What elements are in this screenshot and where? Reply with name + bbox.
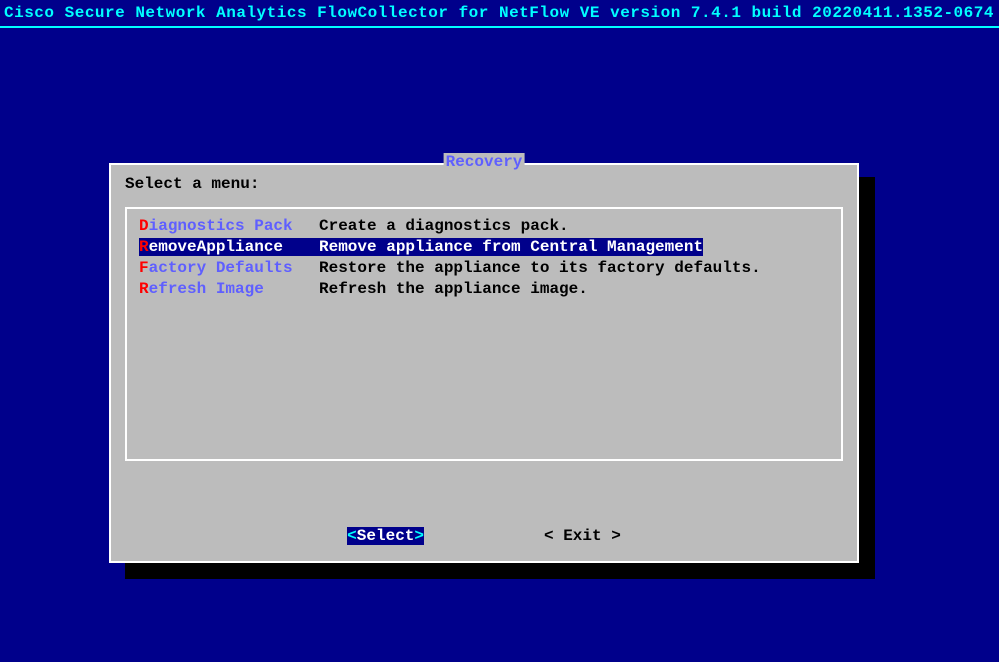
select-button[interactable]: <Select> [347, 527, 424, 545]
menu-desc: Remove appliance from Central Management [319, 238, 703, 256]
menu-label: Factory Defaults [139, 259, 319, 277]
console-title: Cisco Secure Network Analytics FlowColle… [0, 0, 999, 28]
menu-desc: Create a diagnostics pack. [319, 217, 569, 235]
menu-box: Diagnostics Pack Create a diagnostics pa… [125, 207, 843, 461]
menu-item-diagnostics-pack[interactable]: Diagnostics Pack Create a diagnostics pa… [139, 215, 829, 236]
menu-label: Refresh Image [139, 280, 319, 298]
menu-desc: Restore the appliance to its factory def… [319, 259, 761, 277]
menu-item-remove-appliance[interactable]: RemoveAppliance Remove appliance from Ce… [139, 236, 829, 257]
recovery-dialog: Recovery Select a menu: Diagnostics Pack… [109, 163, 859, 563]
menu-desc: Refresh the appliance image. [319, 280, 588, 298]
exit-button[interactable]: < Exit > [544, 527, 621, 545]
menu-item-refresh-image[interactable]: Refresh Image Refresh the appliance imag… [139, 278, 829, 299]
menu-label: RemoveAppliance [139, 238, 319, 256]
button-row: <Select> < Exit > [111, 527, 857, 545]
dialog-title: Recovery [444, 153, 525, 171]
menu-label: Diagnostics Pack [139, 217, 319, 235]
dialog-prompt: Select a menu: [125, 175, 259, 193]
menu-item-factory-defaults[interactable]: Factory Defaults Restore the appliance t… [139, 257, 829, 278]
